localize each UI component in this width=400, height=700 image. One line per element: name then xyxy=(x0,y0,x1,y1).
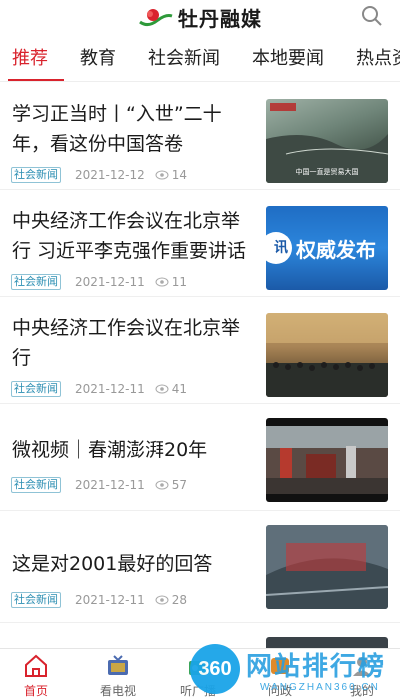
news-meta: 社会新闻 2021-12-11 41 xyxy=(11,380,187,398)
news-title[interactable]: 中央经济工作会议在北京举行 xyxy=(12,313,252,373)
news-title[interactable]: 中央经济工作会议在北京举行 习近平李克强作重要讲话 xyxy=(12,206,258,266)
view-count-value: 57 xyxy=(171,478,188,492)
eye-icon xyxy=(155,277,169,287)
tab-education[interactable]: 教育 xyxy=(80,46,116,76)
view-count-value: 28 xyxy=(171,593,188,607)
news-item[interactable]: 中央经济工作会议在北京举行 习近平李克强作重要讲话 社会新闻 2021-12-1… xyxy=(0,190,400,297)
aerial-city-image xyxy=(266,525,388,609)
tab-recommend[interactable]: 推荐 xyxy=(12,46,48,76)
publish-date: 2021-12-11 xyxy=(75,478,145,492)
view-count: 57 xyxy=(155,478,187,492)
category-tag: 社会新闻 xyxy=(11,167,61,183)
view-count: 28 xyxy=(155,593,187,607)
nav-inquiry[interactable]: 问政 xyxy=(240,653,320,699)
news-thumbnail[interactable]: 讯 权威发布 xyxy=(266,206,388,290)
category-tabs: 推荐 教育 社会新闻 本地要闻 热点资 xyxy=(0,38,400,82)
news-meta: 社会新闻 2021-12-11 11 xyxy=(11,273,187,291)
tab-social-news[interactable]: 社会新闻 xyxy=(148,46,220,76)
news-item[interactable]: 学习正当时丨“入世”二十年，看这份中国答卷 社会新闻 2021-12-12 14… xyxy=(0,83,400,190)
thumbnail-caption: 权威发布 xyxy=(296,238,376,262)
news-thumbnail[interactable] xyxy=(266,525,388,609)
news-meta: 社会新闻 2021-12-11 28 xyxy=(11,591,187,609)
tab-hot[interactable]: 热点资 xyxy=(356,46,400,76)
bottom-navigation: 首页 看电视 听广播 问政 我的 xyxy=(0,648,400,700)
view-count: 14 xyxy=(155,168,187,182)
news-thumbnail[interactable] xyxy=(266,418,388,502)
news-title[interactable]: 学习正当时丨“入世”二十年，看这份中国答卷 xyxy=(12,99,252,159)
news-item[interactable]: 微视频｜春潮澎湃20年 社会新闻 2021-12-11 57 xyxy=(0,404,400,511)
view-count-value: 11 xyxy=(171,275,188,289)
app-logo: 牡丹融媒 xyxy=(138,4,262,31)
nav-profile[interactable]: 我的 xyxy=(322,653,400,699)
news-thumbnail[interactable]: 中国一直是贸易大国 xyxy=(266,99,388,183)
nav-label: 我的 xyxy=(349,684,374,698)
nav-label: 听广播 xyxy=(179,684,216,698)
news-meta: 社会新闻 2021-12-12 14 xyxy=(11,166,187,184)
publish-date: 2021-12-12 xyxy=(75,168,145,182)
industrial-port-image xyxy=(266,426,388,494)
category-tag: 社会新闻 xyxy=(11,592,61,608)
nav-label: 看电视 xyxy=(99,684,136,698)
profile-icon xyxy=(353,657,371,676)
category-tag: 社会新闻 xyxy=(11,381,61,397)
news-item-partial[interactable] xyxy=(0,623,400,657)
thumbnail-badge: 讯 xyxy=(266,232,292,264)
eye-icon xyxy=(155,170,169,180)
publish-date: 2021-12-11 xyxy=(75,593,145,607)
radio-icon xyxy=(189,661,207,675)
eye-icon xyxy=(155,595,169,605)
app-header: 牡丹融媒 xyxy=(0,0,400,34)
news-title[interactable]: 这是对2001最好的回答 xyxy=(12,549,252,579)
view-count-value: 41 xyxy=(171,382,188,396)
eye-icon xyxy=(155,480,169,490)
nav-radio[interactable]: 听广播 xyxy=(158,653,238,699)
eye-icon xyxy=(155,384,169,394)
view-count-value: 14 xyxy=(171,168,188,182)
news-meta: 社会新闻 2021-12-11 57 xyxy=(11,476,187,494)
search-icon[interactable] xyxy=(360,4,384,28)
inquiry-icon xyxy=(271,658,289,674)
nav-label: 首页 xyxy=(23,684,48,698)
news-title[interactable]: 微视频｜春潮澎湃20年 xyxy=(12,435,252,465)
nav-home[interactable]: 首页 xyxy=(0,653,76,699)
publish-date: 2021-12-11 xyxy=(75,275,145,289)
thumbnail-caption: 中国一直是贸易大国 xyxy=(295,168,359,176)
peony-logo-icon xyxy=(139,9,173,27)
conference-hall-image xyxy=(266,313,388,397)
news-item[interactable]: 这是对2001最好的回答 社会新闻 2021-12-11 28 xyxy=(0,511,400,623)
publish-date: 2021-12-11 xyxy=(75,382,145,396)
nav-tv[interactable]: 看电视 xyxy=(78,653,158,699)
tv-icon xyxy=(108,655,128,675)
home-icon xyxy=(25,654,47,677)
app-name: 牡丹融媒 xyxy=(178,6,262,31)
category-tag: 社会新闻 xyxy=(11,477,61,493)
nav-label: 问政 xyxy=(267,684,292,698)
view-count: 11 xyxy=(155,275,187,289)
news-thumbnail[interactable] xyxy=(266,313,388,397)
category-tag: 社会新闻 xyxy=(11,274,61,290)
active-tab-indicator xyxy=(8,79,64,81)
view-count: 41 xyxy=(155,382,187,396)
tab-local-news[interactable]: 本地要闻 xyxy=(252,46,324,76)
news-item[interactable]: 中央经济工作会议在北京举行 社会新闻 2021-12-11 41 xyxy=(0,297,400,404)
